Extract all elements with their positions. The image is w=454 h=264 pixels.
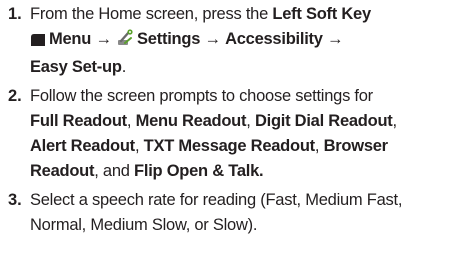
step-text: From the Home screen, press the Left Sof… — [30, 2, 454, 80]
setting-alert-readout: Alert Readout — [30, 137, 135, 155]
step-number: 1. — [8, 5, 22, 23]
step-3-text: Select a speech rate for reading (Fast, … — [30, 191, 403, 234]
step-number: 3. — [8, 191, 22, 209]
step-text: Select a speech rate for reading (Fast, … — [30, 188, 454, 238]
separator: , — [392, 112, 398, 130]
setting-txt-message-readout: TXT Message Readout — [143, 137, 316, 155]
setting-readout-label: Readout — [30, 162, 95, 180]
step-intro: From the Home screen, press the — [30, 5, 273, 23]
step-number: 2. — [8, 87, 22, 105]
step-2: 2. Follow the screen prompts to choose s… — [0, 84, 454, 184]
arrow: → — [327, 30, 344, 48]
settings-icon — [116, 29, 134, 55]
step-3: 3. Select a speech rate for reading (Fas… — [0, 188, 454, 238]
step-intro: Follow the screen prompts to choose sett… — [30, 87, 373, 105]
settings-label: Settings — [137, 30, 201, 48]
setting-browser-label: Browser — [323, 137, 389, 155]
period: . — [121, 58, 127, 76]
setting-digit-dial-readout: Digit Dial Readout — [254, 112, 393, 130]
easy-setup-label: Easy Set-up — [30, 58, 122, 76]
separator: , — [314, 137, 324, 155]
arrow: → — [204, 30, 221, 48]
soft-key-icon — [30, 30, 46, 55]
separator: , — [134, 137, 144, 155]
step-text: Follow the screen prompts to choose sett… — [30, 84, 454, 184]
instruction-list: 1. From the Home screen, press the Left … — [0, 0, 454, 264]
step-1: 1. From the Home screen, press the Left … — [0, 2, 454, 80]
separator: , — [126, 112, 136, 130]
separator: , — [246, 112, 255, 130]
setting-full-readout: Full Readout — [30, 112, 127, 130]
setting-flip-open-talk: Flip Open & Talk. — [134, 162, 264, 180]
left-soft-key-label: Left Soft Key — [272, 5, 371, 23]
separator: , and — [94, 162, 135, 180]
accessibility-label: Accessibility — [225, 30, 323, 48]
arrow: → — [95, 30, 112, 48]
setting-menu-readout: Menu Readout — [135, 112, 247, 130]
menu-label: Menu — [49, 30, 92, 48]
